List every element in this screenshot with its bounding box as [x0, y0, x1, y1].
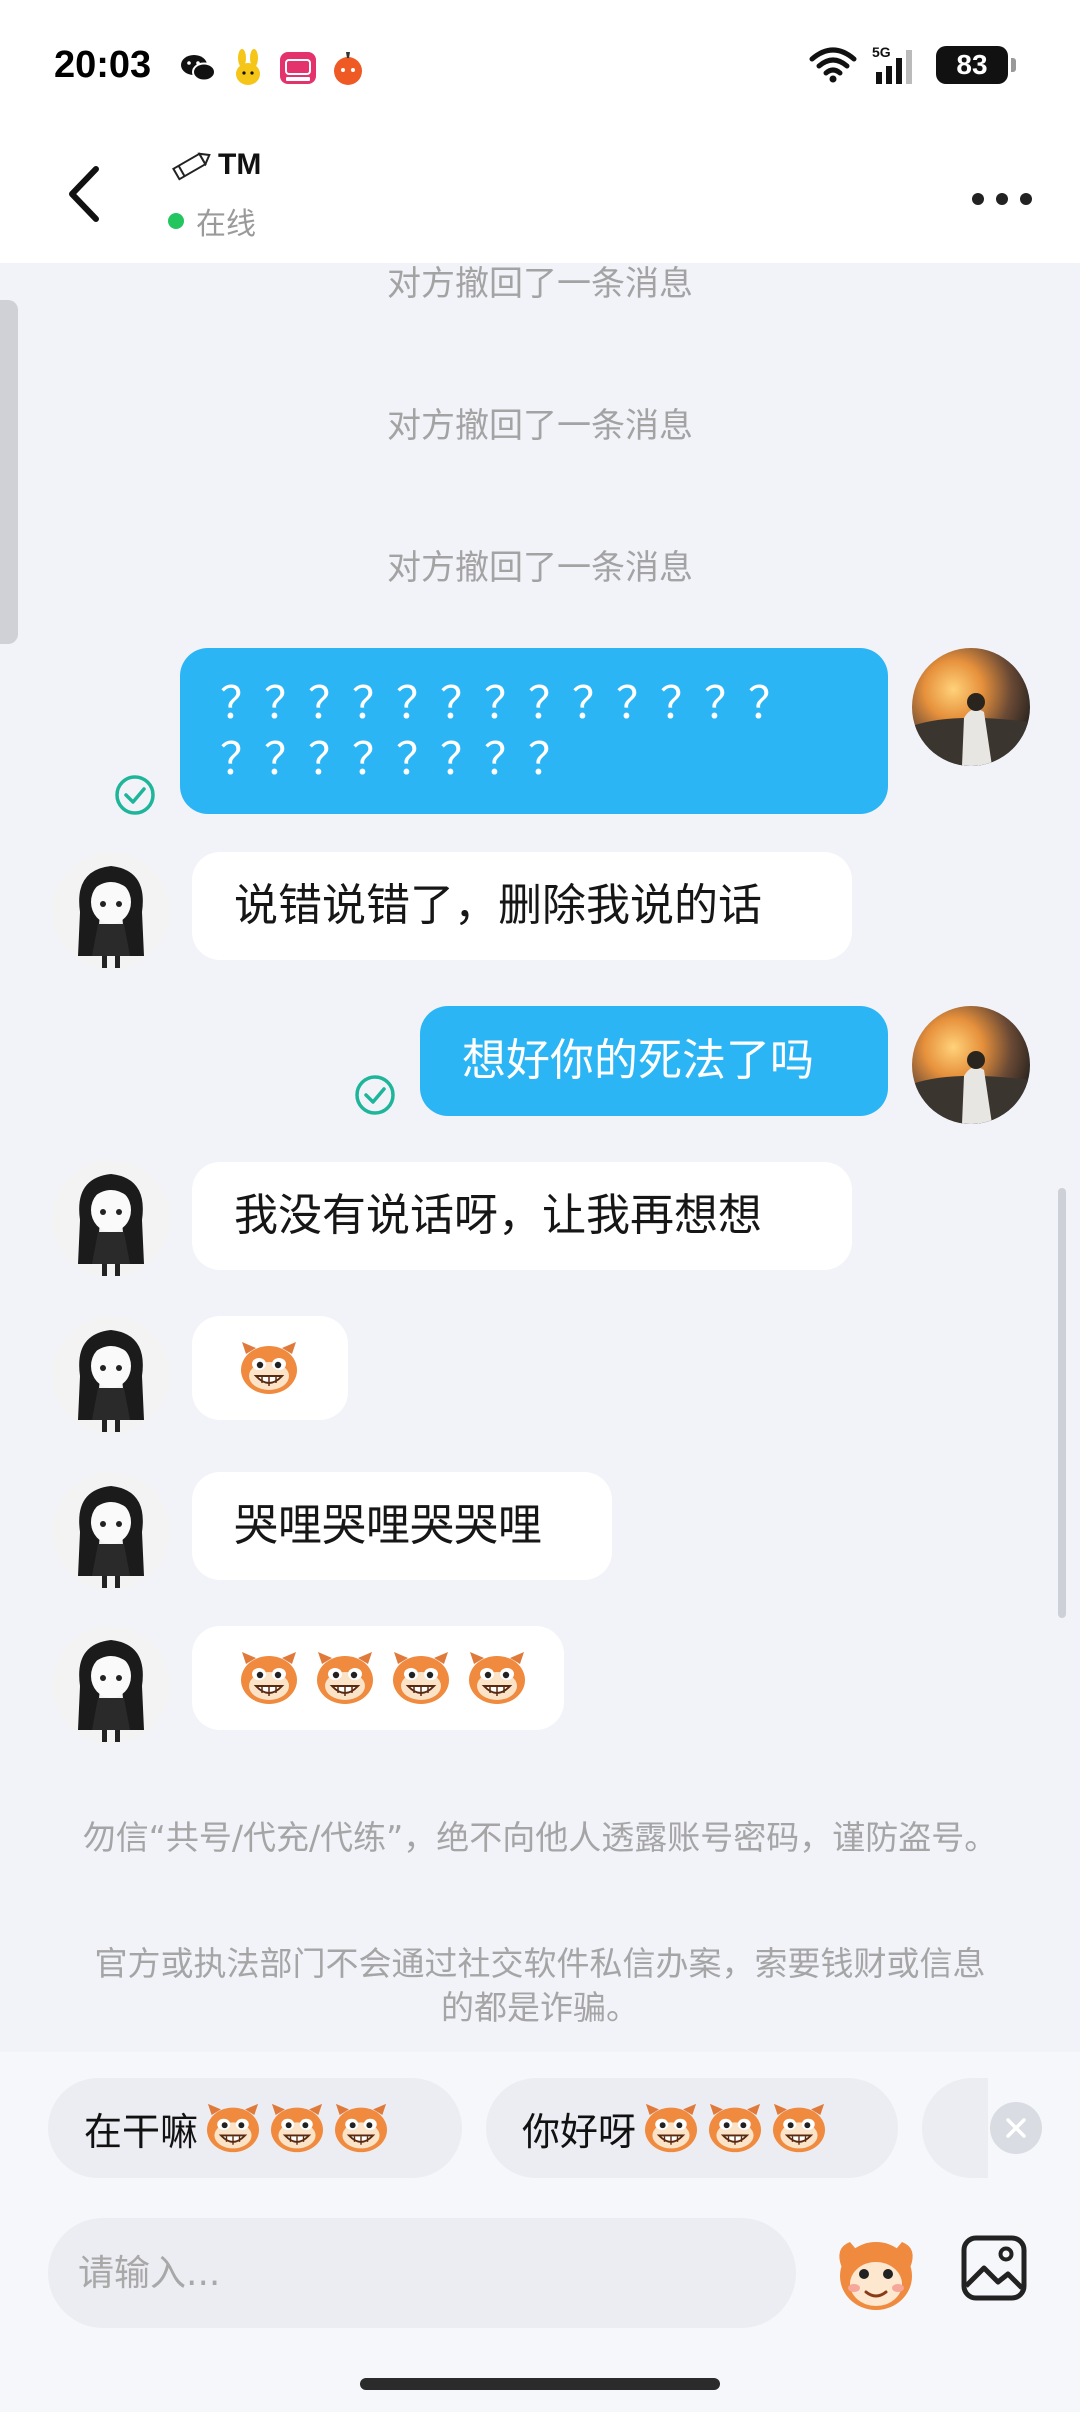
incoming-message-bubble[interactable]: 哭哩哭哩哭哭哩: [192, 1472, 612, 1580]
read-check-icon: [355, 1075, 395, 1115]
quick-reply-chip[interactable]: 在干嘛: [48, 2078, 462, 2178]
recalled-message-notice: 对方撤回了一条消息: [387, 406, 693, 446]
pencil-icon: [172, 152, 211, 181]
close-quick-replies-button[interactable]: [990, 2102, 1042, 2154]
security-notice: 勿信“共号/代充/代练”，绝不向他人透露账号密码，谨防盗号。: [82, 1818, 998, 1857]
edge-scroll-handle[interactable]: [0, 300, 18, 644]
chat-header: TM 在线: [0, 135, 1080, 263]
grin-face-emoji-icon: [332, 2102, 390, 2154]
battery-indicator: 83: [936, 46, 1016, 84]
dot-icon: [1020, 193, 1032, 205]
back-button[interactable]: [56, 159, 116, 229]
online-status: 在线: [168, 199, 256, 243]
read-check-icon: [115, 775, 155, 815]
status-indicators: 5G 83: [808, 44, 1016, 86]
grin-face-emoji-icon: [238, 1340, 300, 1396]
grin-face-emoji-icon: [238, 1650, 300, 1706]
close-icon: [1006, 2118, 1026, 2138]
grin-face-emoji-icon: [466, 1650, 528, 1706]
bilibili-icon: [280, 52, 316, 84]
quick-reply-chip[interactable]: 你好呀: [486, 2078, 898, 2178]
incoming-message-bubble[interactable]: 我没有说话呀，让我再想想: [192, 1162, 852, 1270]
my-avatar[interactable]: [912, 1006, 1030, 1124]
message-text: 想好你的死法了吗: [462, 1035, 814, 1086]
recalled-message-notice: 对方撤回了一条消息: [387, 264, 693, 304]
more-options-button[interactable]: [972, 169, 1032, 229]
status-app-icons: [178, 48, 368, 88]
contact-avatar[interactable]: [52, 1160, 170, 1278]
message-input[interactable]: [48, 2218, 796, 2328]
outgoing-message-bubble[interactable]: 想好你的死法了吗: [420, 1006, 888, 1116]
online-dot-icon: [168, 213, 184, 229]
rabbit-app-icon: [236, 49, 260, 85]
grin-face-emoji-icon: [390, 1650, 452, 1706]
contact-avatar[interactable]: [52, 1626, 170, 1744]
contact-avatar[interactable]: [52, 1472, 170, 1590]
quick-reply-chip-partial[interactable]: [922, 2078, 988, 2178]
wifi-icon: [809, 47, 857, 83]
signal-5g-icon: 5G: [872, 44, 912, 84]
wechat-icon: [181, 55, 216, 82]
dot-icon: [972, 193, 984, 205]
fraud-notice: 官方或执法部门不会通过社交软件私信办案，索要钱财或信息的都是诈骗。: [94, 1944, 986, 2027]
image-picker-button[interactable]: [958, 2232, 1030, 2304]
grin-face-emoji-icon: [770, 2102, 828, 2154]
chat-scrollbar[interactable]: [1058, 1188, 1066, 1618]
contact-name-text: TM: [218, 148, 262, 181]
contact-name[interactable]: TM: [170, 143, 261, 187]
incoming-emoji-bubble[interactable]: [192, 1626, 564, 1730]
status-bar: 20:03 5G 83: [0, 0, 1080, 135]
svg-text:5G: 5G: [872, 44, 891, 60]
quick-reply-label: 你好呀: [522, 2109, 637, 2154]
quick-reply-bar: 在干嘛 你好呀: [0, 2078, 1080, 2178]
status-time: 20:03: [54, 44, 152, 86]
my-avatar[interactable]: [912, 648, 1030, 766]
recalled-message-notice: 对方撤回了一条消息: [387, 548, 693, 588]
message-text: ？？？？？？？？: [220, 734, 572, 785]
grin-face-emoji-icon: [268, 2102, 326, 2154]
emoji-row: [238, 1650, 564, 1706]
dot-icon: [996, 193, 1008, 205]
incoming-message-bubble[interactable]: 说错说错了，删除我说的话: [192, 852, 852, 960]
contact-avatar[interactable]: [52, 1316, 170, 1434]
contact-avatar[interactable]: [52, 852, 170, 970]
home-indicator[interactable]: [360, 2378, 720, 2390]
game-app-icon: [334, 52, 362, 85]
quick-reply-label: 在干嘛: [84, 2109, 199, 2154]
grin-face-emoji-icon: [314, 1650, 376, 1706]
incoming-emoji-bubble[interactable]: [192, 1316, 348, 1420]
message-text: 哭哩哭哩哭哭哩: [234, 1500, 542, 1551]
grin-face-emoji-icon: [642, 2102, 700, 2154]
outgoing-message-bubble[interactable]: ？？？？？？？？？？？？？ ？？？？？？？？: [180, 648, 888, 814]
grin-face-emoji-icon: [706, 2102, 764, 2154]
sticker-button[interactable]: [832, 2228, 920, 2316]
online-status-text: 在线: [196, 207, 256, 242]
message-text: 我没有说话呀，让我再想想: [234, 1190, 762, 1241]
message-text: ？？？？？？？？？？？？？: [220, 678, 792, 729]
message-text: 说错说错了，删除我说的话: [234, 880, 762, 931]
grin-face-emoji-icon: [204, 2102, 262, 2154]
